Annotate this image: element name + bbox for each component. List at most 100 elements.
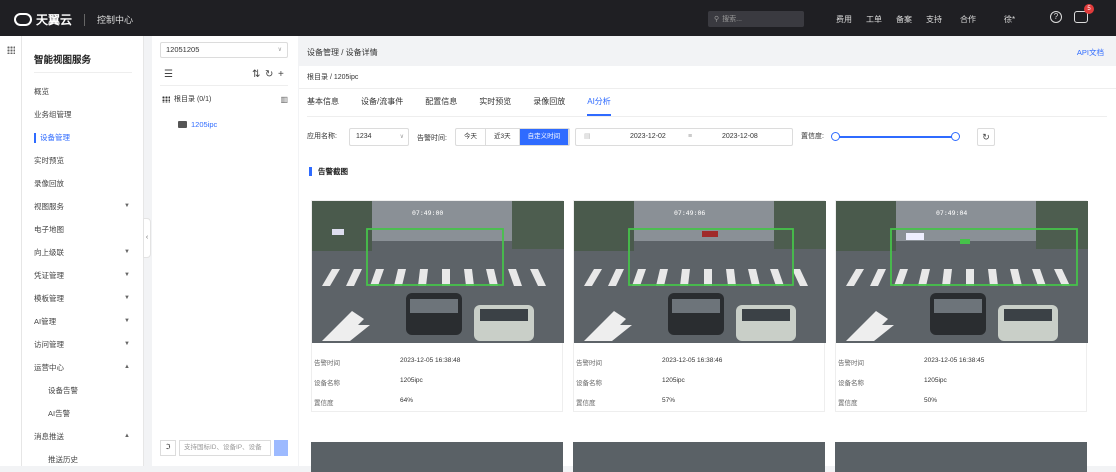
today-button[interactable]: 今天 <box>456 129 486 145</box>
tab-live-preview[interactable]: 实时预览 <box>479 96 511 114</box>
sidebar-item-label: 消息推送 <box>34 431 64 441</box>
confidence-slider-max-handle[interactable] <box>951 132 960 141</box>
tree-root-label: 根目录 (0/1) <box>174 96 212 103</box>
custom-time-button[interactable]: 自定义时间 <box>519 129 570 145</box>
sidebar-item-device-alarms[interactable]: 设备告警 <box>48 381 156 399</box>
sidebar-item-electronic-map[interactable]: 电子地图 <box>34 220 142 238</box>
sidebar-collapse-toggle[interactable]: ‹ <box>143 218 151 258</box>
sidebar-item-label: AI告警 <box>48 408 71 418</box>
device-name: 1205ipc <box>924 377 947 384</box>
alert-card[interactable]: 07:49:06 告警时间 2023-12-05 16:38:46 设备名称 120… <box>573 200 826 412</box>
confidence-slider-min-handle[interactable] <box>831 132 840 141</box>
sidebar-item-label: 概览 <box>34 86 49 96</box>
sidebar-item-label: AI管理 <box>34 316 57 326</box>
edit-icon[interactable]: ▥ <box>280 95 288 104</box>
sidebar-item-business-groups[interactable]: 业务组管理 <box>34 105 142 123</box>
alert-card[interactable]: 07:49:00 告警时间 2023-12-05 16:38:48 设备名称 120… <box>311 200 564 412</box>
sidebar-item-templates[interactable]: 模板管理 ▼ <box>34 289 142 307</box>
tab-playback[interactable]: 录像回放 <box>533 96 565 114</box>
sidebar-title: 智能视图服务 <box>34 55 92 66</box>
search-icon: ⚲ <box>714 16 720 23</box>
breadcrumb: 设备管理 / 设备详情 <box>307 48 378 57</box>
tree-root-node[interactable]: 根目录 (0/1) ▥ <box>162 94 290 104</box>
camera-timestamp: 07:49:04 <box>936 209 968 217</box>
brand-name: 天翼云 <box>36 13 73 27</box>
product-rail <box>0 36 22 466</box>
sidebar-item-cascade-up[interactable]: 向上级联 ▼ <box>34 243 142 261</box>
refresh-button[interactable]: ↻ <box>977 128 995 146</box>
sidebar-item-message-push[interactable]: 消息推送 ▲ <box>34 427 142 445</box>
alert-snapshot[interactable]: 07:49:00 <box>312 201 564 343</box>
nav-link-support[interactable]: 支持 <box>926 14 942 25</box>
list-icon[interactable]: ☰ <box>164 69 173 80</box>
alert-snapshot[interactable]: 07:49:04 <box>836 201 1088 343</box>
sidebar-item-access-management[interactable]: 访问管理 ▼ <box>34 335 142 353</box>
help-icon[interactable]: ? <box>1050 11 1062 23</box>
end-date: 2023-12-08 <box>722 133 758 140</box>
alert-time: 2023-12-05 16:38:46 <box>662 357 723 364</box>
sidebar-item-view-service[interactable]: 视图服务 ▼ <box>34 197 142 215</box>
alarm-time-label: 告警时间: <box>417 135 447 142</box>
sidebar-item-ai-management[interactable]: AI管理 ▼ <box>34 312 142 330</box>
chevron-down-icon: ▼ <box>124 272 130 278</box>
search-placeholder: 搜索... <box>722 16 742 23</box>
search-button[interactable] <box>274 440 288 456</box>
top-navigation-bar: 天翼云 控制中心 ⚲ 搜索... 费用 工单 备案 支持 合作 徐* ? 5 <box>0 0 1116 36</box>
alert-time: 2023-12-05 16:38:45 <box>924 357 985 364</box>
sidebar-item-push-history[interactable]: 推送历史 <box>48 450 156 468</box>
apps-grid-icon[interactable] <box>7 46 15 54</box>
notification-badge: 5 <box>1084 4 1094 14</box>
field-label: 置信度 <box>576 400 596 407</box>
add-icon[interactable]: + <box>278 69 284 80</box>
alert-card-next-row[interactable] <box>835 442 1087 472</box>
sidebar-item-device-management[interactable]: 设备管理 <box>34 128 142 146</box>
tab-basic-info[interactable]: 基本信息 <box>307 96 339 114</box>
sidebar-item-ai-alarms[interactable]: AI告警 <box>48 404 156 422</box>
chevron-down-icon: ∨ <box>277 47 282 53</box>
sidebar-item-label: 设备管理 <box>40 132 70 142</box>
logo[interactable]: 天翼云 控制中心 <box>14 11 133 28</box>
refresh-icon[interactable]: ↻ <box>265 69 273 80</box>
global-search-input[interactable]: ⚲ 搜索... <box>708 11 804 27</box>
alert-snapshot[interactable]: 07:49:06 <box>574 201 826 343</box>
detail-tabs: 基本信息 设备/流事件 配置信息 实时预览 录像回放 AI分析 <box>307 96 611 116</box>
field-label: 设备名称 <box>314 380 340 387</box>
alert-card[interactable]: 07:49:04 告警时间 2023-12-05 16:38:45 设备名称 120… <box>835 200 1088 412</box>
camera-icon <box>178 121 187 128</box>
chevron-down-icon: ▼ <box>124 295 130 301</box>
sidebar-item-label: 凭证管理 <box>34 270 64 280</box>
nav-link-tickets[interactable]: 工单 <box>866 14 882 25</box>
range-separator-icon: ≡ <box>688 133 693 140</box>
tree-device-node[interactable]: 1205ipc <box>178 120 217 129</box>
tab-config[interactable]: 配置信息 <box>425 96 457 114</box>
tab-ai-analysis[interactable]: AI分析 <box>587 96 611 116</box>
traffic-camera-image <box>574 201 826 343</box>
confidence-slider-track[interactable] <box>835 136 953 138</box>
nav-link-partners[interactable]: 合作 <box>960 14 976 25</box>
sidebar-item-recording-playback[interactable]: 录像回放 <box>34 174 142 192</box>
business-group-select[interactable]: 12051205 ∨ <box>160 42 288 58</box>
user-account-menu[interactable]: 徐* <box>1004 14 1015 25</box>
sidebar-item-credentials[interactable]: 凭证管理 ▼ <box>34 266 142 284</box>
camera-timestamp: 07:49:00 <box>412 209 444 217</box>
sidebar-item-overview[interactable]: 概览 <box>34 82 142 100</box>
sidebar-item-operations-center[interactable]: 运营中心 ▲ <box>34 358 142 376</box>
app-name-select[interactable]: 1234 ∨ <box>349 128 409 146</box>
nav-link-filing[interactable]: 备案 <box>896 14 912 25</box>
last-3-days-button[interactable]: 近3天 <box>486 129 520 145</box>
field-label: 告警时间 <box>314 360 340 367</box>
select-value: 1234 <box>356 133 372 140</box>
api-docs-link[interactable]: API文档 <box>1077 47 1104 58</box>
nav-link-fees[interactable]: 费用 <box>836 14 852 25</box>
filter-icon[interactable]: ℑ <box>160 440 176 456</box>
directory-icon <box>162 95 170 103</box>
alert-card-next-row[interactable] <box>573 442 825 472</box>
device-search-input[interactable]: 支持国标ID、设备IP、设备 <box>179 440 271 456</box>
date-range-picker[interactable]: ▤ 2023-12-02 ≡ 2023-12-08 <box>575 128 793 146</box>
alert-card-next-row[interactable] <box>311 442 563 472</box>
sidebar-item-live-preview[interactable]: 实时预览 <box>34 151 142 169</box>
chevron-down-icon: ∨ <box>399 134 404 140</box>
console-link[interactable]: 控制中心 <box>97 13 133 26</box>
tab-device-events[interactable]: 设备/流事件 <box>361 96 403 114</box>
sort-icon[interactable]: ⇅ <box>252 69 260 80</box>
